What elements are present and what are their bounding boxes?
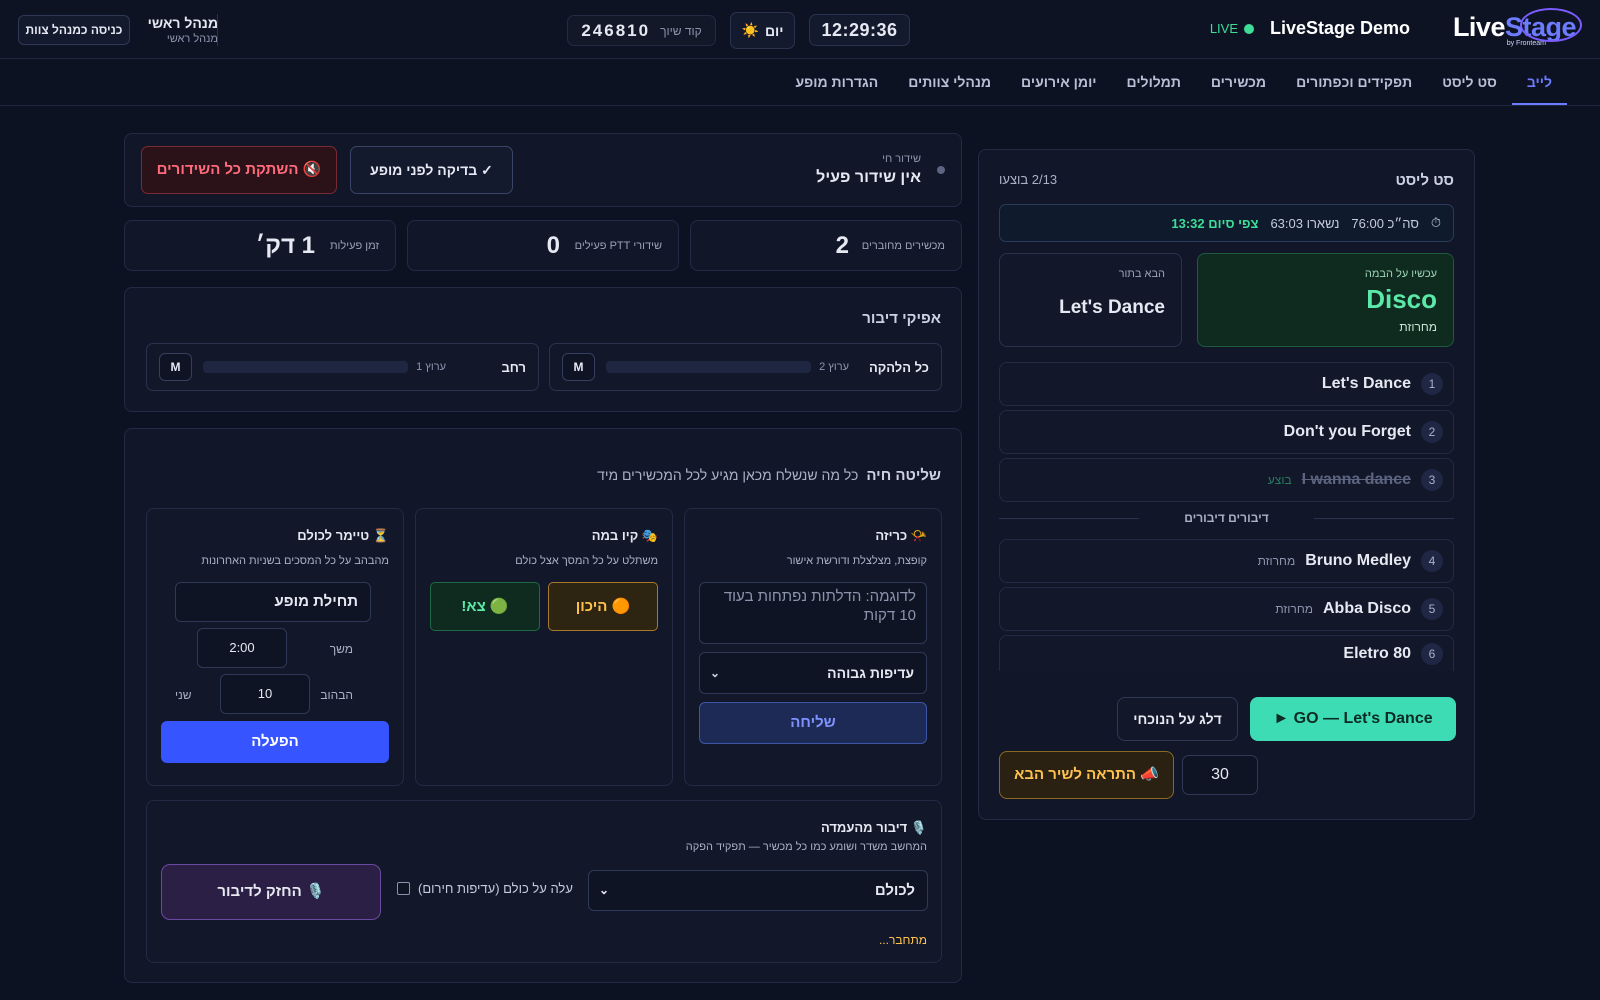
user-info: מנהל ראשי מנהל ראשי: [147, 15, 218, 45]
stat-uptime: זמן פעילות 1 דק׳: [124, 220, 396, 271]
song-name: Bruno Medley: [1305, 552, 1411, 569]
stat-devices: מכשירים מחוברים 2: [690, 220, 962, 271]
tab-5[interactable]: יומן אירועים: [1006, 59, 1111, 105]
sun-icon: ☀️: [741, 22, 759, 38]
next-up-card: הבא בתור Let's Dance: [999, 253, 1182, 347]
setlist-progress: 2/13 בוצעו: [999, 172, 1058, 187]
channel-all-band: כל הלהקה ערוץ 2 M: [549, 343, 942, 391]
go-next-song-button[interactable]: GO — Let's Dance ►: [1250, 697, 1456, 741]
alert-seconds-input[interactable]: 30: [1182, 755, 1258, 795]
talk-target-select[interactable]: לכולם ⌄: [588, 870, 928, 911]
show-title: LiveStage Demo: [1269, 18, 1410, 38]
song-number: 3: [1421, 469, 1443, 491]
stage-cue-card: 🎭 קיו במה משתלט על כל המסך אצל כולם 🟠 הי…: [415, 508, 673, 786]
tab-3[interactable]: מכשירים: [1196, 59, 1281, 105]
priority-select[interactable]: עדיפות גבוהה ⌄: [699, 652, 927, 694]
blink-seconds-input[interactable]: 10: [220, 674, 310, 714]
setlist-song-row[interactable]: 4 Bruno Medley מחרוזת: [999, 539, 1454, 583]
main-nav: לייב סט ליסט תפקידים וכפתורים מכשירים תמלולי…: [0, 59, 1600, 106]
announce-text-input[interactable]: לדוגמה: הדלתות נפתחות בעוד 10 דקות: [699, 582, 927, 644]
setlist-panel: סט ליסט 2/13 בוצעו ⏱ סה״כ 76:00 נשארו 63…: [978, 149, 1475, 820]
timer-card: ⏳ טיימר לכולם מהבהב על כל המסכים בשניות …: [146, 508, 404, 786]
song-name: I wanna dance: [1301, 471, 1411, 488]
connection-status: מתחבר...: [878, 933, 927, 947]
song-name: Let's Dance: [1321, 375, 1411, 392]
song-tag: מחרוזת: [1275, 602, 1313, 616]
send-announce-button[interactable]: שליחה: [699, 702, 927, 744]
broadcast-label: שידור חי: [882, 153, 921, 165]
announce-card: 📯 כריזה קופצת, מצלצלת ודורשת אישור לדוגמ…: [684, 508, 942, 786]
time-summary: ⏱ סה״כ 76:00 נשארו 63:03 צפי סיום 13:32: [999, 204, 1454, 242]
stat-ptt: שידורי PTT פעילים 0: [407, 220, 679, 271]
speaker-channels-title: אפיקי דיבור: [862, 310, 941, 327]
tab-2[interactable]: תפקידים וכפתורים: [1281, 59, 1427, 105]
level-meter: [203, 361, 408, 373]
song-number: 1: [1421, 373, 1443, 395]
mute-channel-button[interactable]: M: [159, 353, 192, 381]
tab-7[interactable]: הגדרות מופע: [780, 59, 893, 105]
song-name: Don't you Forget: [1283, 423, 1411, 440]
mute-channel-button[interactable]: M: [562, 353, 595, 381]
push-to-talk-button[interactable]: 🎙️ החזק לדיבור: [161, 864, 381, 920]
broadcast-panel: שידור חי אין שידור פעיל ✓ בדיקה לפני מופ…: [124, 133, 962, 207]
song-tag: מחרוזת: [1257, 554, 1296, 568]
livestage-logo: LiveStage by Fronteam: [1453, 7, 1582, 48]
timer-name-input[interactable]: תחילת מופע: [175, 582, 371, 622]
skip-current-button[interactable]: דלג על הנוכחי: [1117, 697, 1238, 741]
enter-as-team-manager-button[interactable]: כניסה כמנהל צוות: [18, 15, 130, 45]
tab-6[interactable]: מנהלי צוותים: [893, 59, 1006, 105]
tab-4[interactable]: תמלולים: [1112, 59, 1196, 105]
top-bar: LiveStage by Fronteam LiveStage Demo LIV…: [0, 0, 1600, 59]
channel-wide: רחב ערוץ 1 M: [146, 343, 539, 391]
song-number: 4: [1421, 550, 1443, 572]
song-name: Eletro 80: [1343, 644, 1411, 662]
song-name: Abba Disco: [1322, 600, 1411, 617]
blink-label: הבהוב: [320, 688, 353, 702]
cue-ready-button[interactable]: 🟠 היכון: [548, 582, 658, 631]
clock-icon: ⏱: [1430, 215, 1441, 230]
song-number: 6: [1421, 642, 1443, 665]
chevron-down-icon: ⌄: [710, 666, 721, 680]
song-number: 2: [1421, 421, 1443, 443]
song-number: 5: [1421, 598, 1443, 620]
live-control-title: שליטה חיהכל מה שנשלח מכאן מגיע לכל המכשי…: [597, 467, 941, 484]
tab-0[interactable]: לייב: [1511, 59, 1567, 105]
setlist-song-row[interactable]: 3 I wanna dance בוצע: [999, 458, 1454, 502]
mute-all-button[interactable]: 🔇 השתקת כל השידורים: [141, 146, 337, 194]
podium-talk-card: 🎙️ דיבור מהעמדה המחשב משדר ושומע כמו כל …: [146, 800, 942, 963]
setlist-song-row[interactable]: 5 Abba Disco מחרוזת: [999, 587, 1454, 631]
preshow-check-button[interactable]: ✓ בדיקה לפני מופע: [350, 146, 513, 194]
setlist-song-row[interactable]: 1 Let's Dance: [999, 362, 1454, 406]
divider: [217, 14, 218, 46]
tab-1[interactable]: סט ליסט: [1427, 59, 1512, 105]
blink-unit: שני: [175, 688, 192, 702]
live-indicator: LIVE: [1210, 21, 1254, 36]
setlist-title: סט ליסט: [1395, 172, 1454, 189]
duration-label: משך: [329, 642, 353, 656]
setlist-song-row[interactable]: 6 Eletro 80: [999, 635, 1454, 671]
cue-go-button[interactable]: 🟢 צא!: [430, 582, 540, 631]
clock: 12:29:36: [809, 14, 910, 46]
setlist-divider: דיבורים דיבורים: [999, 511, 1454, 525]
live-control-panel: שליטה חיהכל מה שנשלח מכאן מגיע לכל המכשי…: [124, 428, 962, 983]
checkbox[interactable]: [397, 882, 410, 895]
live-dot-icon: [1244, 23, 1254, 34]
level-meter: [606, 361, 811, 373]
pair-code: קוד שיוך 246810: [567, 15, 716, 46]
day-mode-toggle[interactable]: ☀️ יום: [730, 12, 795, 49]
emergency-override-checkbox[interactable]: עלה על כולם (עדיפות חירום): [397, 881, 573, 896]
now-on-stage-card: עכשיו על הבמה Disco מחרוזת: [1197, 253, 1454, 347]
song-tag: בוצע: [1267, 473, 1292, 487]
chevron-down-icon: ⌄: [599, 883, 610, 897]
start-timer-button[interactable]: הפעלה: [161, 721, 389, 763]
duration-input[interactable]: 2:00: [197, 628, 287, 668]
broadcast-status: אין שידור פעיל: [816, 169, 921, 186]
setlist-song-row[interactable]: 2 Don't you Forget: [999, 410, 1454, 454]
speaker-channels-panel: אפיקי דיבור כל הלהקה ערוץ 2 M רחב ערוץ 1…: [124, 287, 962, 412]
next-song-alert-button[interactable]: 📣 התראה לשיר הבא: [999, 751, 1174, 799]
broadcast-status-dot-icon: [937, 166, 945, 174]
